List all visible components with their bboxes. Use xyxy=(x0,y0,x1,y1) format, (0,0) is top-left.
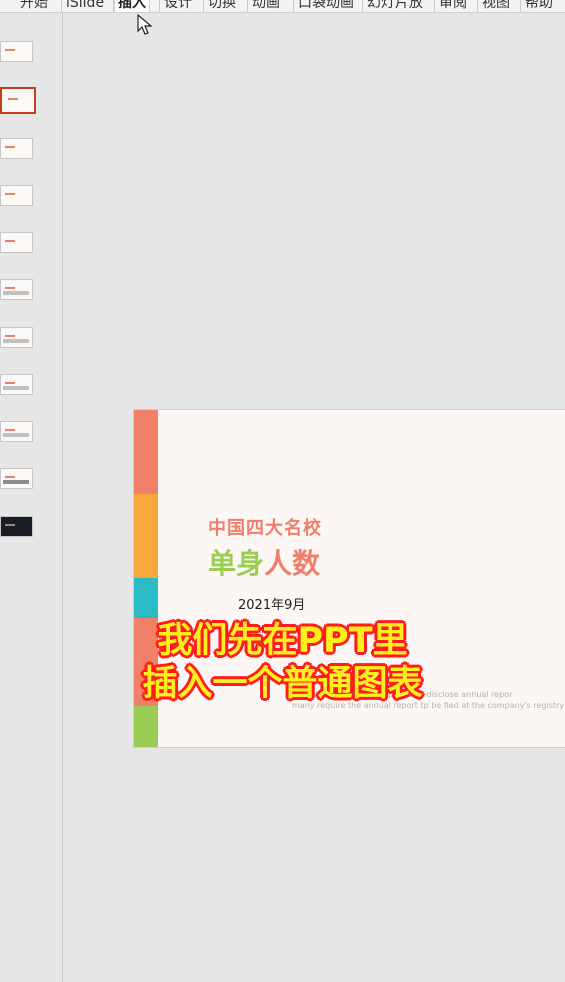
ribbon-separator xyxy=(159,0,160,12)
ribbon-tab-2[interactable]: 插入 xyxy=(114,0,150,12)
slide-thumbnail-6[interactable] xyxy=(0,279,33,300)
slide-color-bar-5 xyxy=(134,706,158,747)
ribbon-tab-0[interactable]: 开始 xyxy=(20,0,48,12)
slide-color-bar-1 xyxy=(134,410,158,494)
slide-title-green-text: 单身 xyxy=(208,547,265,580)
slide-thumbnail-3[interactable] xyxy=(0,138,33,159)
slide-thumbnail-1[interactable] xyxy=(0,41,33,62)
ribbon-separator xyxy=(434,0,435,12)
thumbnail-content xyxy=(3,433,29,437)
ribbon-tabs: 开始 iSlide 插入 设计 切换 动画 口袋动画 幻灯片放 审阅 视图 帮助 xyxy=(0,0,565,13)
thumbnail-content xyxy=(3,386,29,390)
slide-thumbnail-7[interactable] xyxy=(0,327,33,348)
ribbon-tab-4[interactable]: 切换 xyxy=(208,0,236,12)
ribbon-tab-8[interactable]: 审阅 xyxy=(439,0,467,12)
thumbnail-mark xyxy=(5,524,15,526)
slide-thumbnail-8[interactable] xyxy=(0,374,33,395)
ribbon-separator xyxy=(247,0,248,12)
ribbon-separator xyxy=(203,0,204,12)
thumbnail-mark xyxy=(5,429,15,431)
ribbon-tab-3[interactable]: 设计 xyxy=(164,0,192,12)
thumbnail-mark xyxy=(8,98,18,100)
thumbnail-mark xyxy=(5,240,15,242)
ribbon-tab-9[interactable]: 视图 xyxy=(482,0,510,12)
ribbon-tab-1[interactable]: iSlide xyxy=(66,0,104,12)
slide-date[interactable]: 2021年9月 xyxy=(238,594,305,613)
thumbnail-mark xyxy=(5,382,15,384)
thumbnail-mark xyxy=(5,335,15,337)
thumbnail-content xyxy=(3,339,29,343)
ribbon-separator xyxy=(61,0,62,12)
slide-color-bar-2 xyxy=(134,494,158,578)
slide-thumbnail-pane xyxy=(0,13,63,982)
slide-thumbnail-2[interactable] xyxy=(0,87,36,114)
slide-thumbnail-11[interactable] xyxy=(0,516,33,537)
ribbon-tab-6[interactable]: 口袋动画 xyxy=(298,0,354,12)
ribbon-separator xyxy=(113,0,114,12)
slide-title-orange-text: 人数 xyxy=(264,547,321,580)
thumbnail-mark xyxy=(5,193,15,195)
thumbnail-content xyxy=(3,480,29,484)
ribbon-tab-10[interactable]: 帮助 xyxy=(525,0,553,12)
thumbnail-content xyxy=(3,291,29,295)
slide-title-line2[interactable]: 单身人数 xyxy=(208,542,320,582)
thumbnail-mark xyxy=(5,476,15,478)
slide-title-line1[interactable]: 中国四大名校 xyxy=(208,514,322,540)
mouse-cursor-icon xyxy=(137,14,153,35)
ribbon-separator xyxy=(293,0,294,12)
slide-thumbnail-4[interactable] xyxy=(0,185,33,206)
ribbon-tab-5[interactable]: 动画 xyxy=(252,0,280,12)
thumbnail-mark xyxy=(5,146,15,148)
slide-thumbnail-9[interactable] xyxy=(0,421,33,442)
slide-thumbnail-10[interactable] xyxy=(0,468,33,489)
ribbon-separator xyxy=(520,0,521,12)
video-subtitle-line2: 插入一个普通图表 xyxy=(142,664,423,704)
ribbon-tab-7[interactable]: 幻灯片放 xyxy=(367,0,423,12)
thumbnail-mark xyxy=(5,49,15,51)
ribbon-separator xyxy=(477,0,478,12)
ribbon-separator xyxy=(362,0,363,12)
thumbnail-mark xyxy=(5,287,15,289)
slide-thumbnail-5[interactable] xyxy=(0,232,33,253)
